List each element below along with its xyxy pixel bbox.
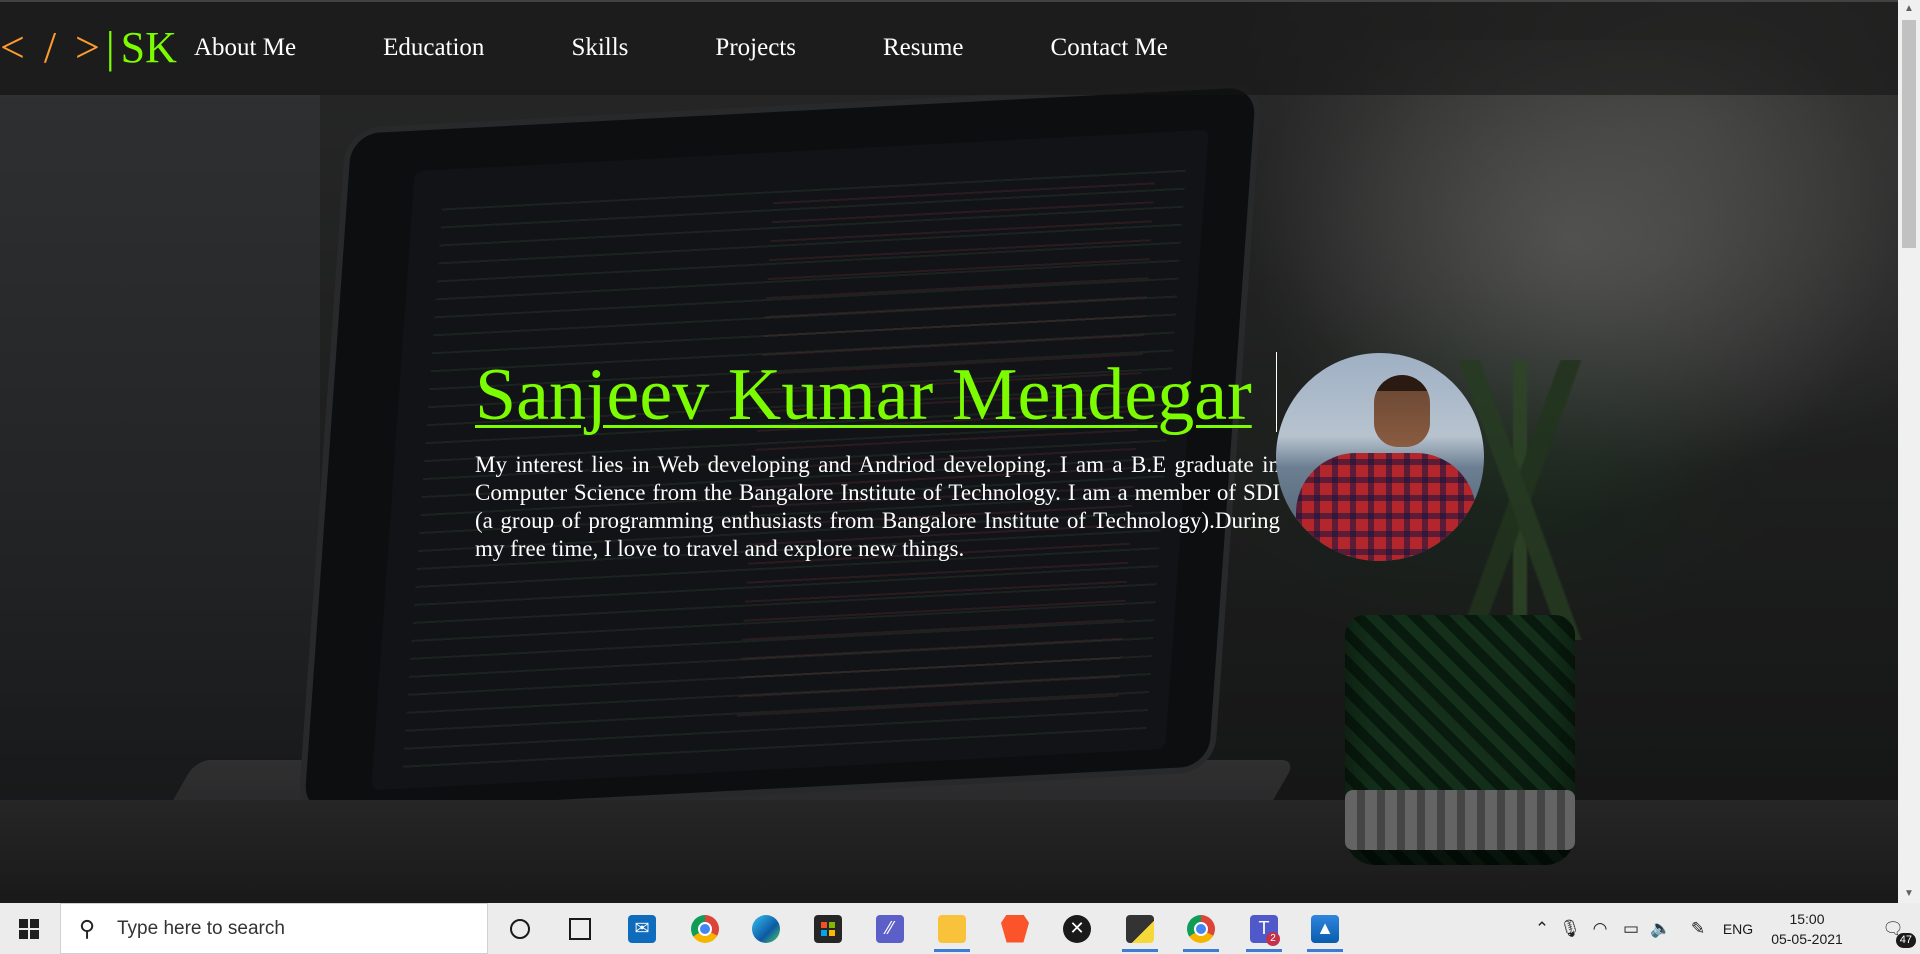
edge-icon	[752, 914, 780, 943]
action-center-button[interactable]: 🗨 47	[1866, 903, 1920, 954]
photos-icon: ▲	[1311, 914, 1339, 943]
task-view-button[interactable]	[556, 903, 604, 954]
nav-link-contact-me[interactable]: Contact Me	[1051, 30, 1168, 66]
taskbar-powerapps[interactable]: ⁄⁄	[866, 903, 914, 954]
chrome-icon	[691, 914, 719, 943]
taskbar-sticky-notes[interactable]	[1116, 903, 1164, 954]
hero-bio: My interest lies in Web developing and A…	[475, 452, 1280, 561]
cortana-button[interactable]	[496, 903, 544, 954]
battery-icon: ▭	[1622, 918, 1640, 938]
teams-notification-badge: 2	[1266, 932, 1280, 946]
taskbar-mail[interactable]: ✉	[618, 903, 666, 954]
folder-icon	[938, 914, 966, 943]
notification-count: 47	[1895, 933, 1916, 948]
nav-links: About Me Education Skills Projects Resum…	[194, 30, 1168, 66]
browser-viewport: < / >| SK About Me Education Skills Proje…	[0, 0, 1920, 903]
tray-microphone[interactable]: 🎙	[1558, 903, 1582, 954]
tray-volume[interactable]: 🔈	[1648, 903, 1674, 954]
wifi-icon: ◠	[1592, 918, 1608, 938]
clock-date: 05-05-2021	[1771, 930, 1843, 947]
taskbar-photos[interactable]: ▲	[1301, 903, 1349, 954]
profile-photo	[1276, 353, 1484, 561]
taskbar-teams[interactable]: T 2	[1240, 903, 1288, 954]
cortana-icon	[510, 918, 530, 939]
nav-link-education[interactable]: Education	[383, 30, 484, 66]
taskbar-chrome[interactable]	[681, 903, 729, 954]
taskbar-search-box[interactable]: ⚲ Type here to search	[60, 903, 488, 954]
taskbar-brave[interactable]	[991, 903, 1039, 954]
hero-name[interactable]: Sanjeev Kumar Mendegar	[475, 352, 1252, 438]
site-logo[interactable]: < / >| SK	[0, 22, 177, 74]
nav-link-projects[interactable]: Projects	[715, 30, 796, 66]
xbox-icon: ✕	[1063, 914, 1091, 943]
search-placeholder: Type here to search	[117, 917, 285, 939]
task-view-icon	[569, 917, 591, 940]
nav-link-skills[interactable]: Skills	[571, 30, 628, 66]
taskbar-xbox[interactable]: ✕	[1053, 903, 1101, 954]
store-icon	[814, 914, 842, 943]
page-scrollbar[interactable]: ▲ ▼	[1898, 0, 1920, 903]
scroll-down-arrow-icon[interactable]: ▼	[1898, 885, 1920, 903]
taskbar-store[interactable]	[804, 903, 852, 954]
nav-link-resume[interactable]: Resume	[883, 30, 964, 66]
tray-network[interactable]: ◠	[1588, 903, 1612, 954]
nav-link-about-me[interactable]: About Me	[194, 30, 296, 66]
logo-initials: SK	[120, 23, 177, 72]
speaker-icon: 🔈	[1650, 918, 1672, 938]
site-navbar: < / >| SK About Me Education Skills Proje…	[0, 0, 1898, 95]
taskbar-edge[interactable]	[742, 903, 790, 954]
brave-lion-icon	[1001, 914, 1029, 943]
profile-photo-head	[1374, 375, 1430, 447]
chrome-icon	[1187, 914, 1215, 943]
taskbar-chrome-active[interactable]	[1177, 903, 1225, 954]
language-label: ENG	[1722, 920, 1754, 937]
windows-taskbar: ⚲ Type here to search ✉ ⁄⁄ ✕ T 2 ▲ ⌃ 🎙 ◠…	[0, 903, 1920, 954]
start-button[interactable]	[0, 903, 58, 954]
microphone-icon: 🎙	[1559, 918, 1581, 938]
mail-icon: ✉	[628, 914, 656, 943]
show-hidden-icons[interactable]: ⌃	[1530, 903, 1554, 954]
scroll-thumb[interactable]	[1902, 20, 1916, 248]
tray-pen[interactable]: ✎	[1684, 903, 1712, 954]
pen-icon: ✎	[1690, 918, 1706, 938]
chevron-up-icon: ⌃	[1534, 918, 1550, 938]
sticky-notes-icon	[1126, 914, 1154, 943]
powerapps-icon: ⁄⁄	[876, 914, 904, 943]
logo-separator: |	[105, 23, 115, 72]
logo-brackets: < / >	[0, 23, 104, 72]
windows-logo-icon	[19, 918, 39, 939]
search-icon: ⚲	[79, 915, 96, 941]
text-caret	[1276, 352, 1277, 432]
clock-time: 15:00	[1789, 910, 1825, 927]
profile-photo-shirt	[1296, 453, 1476, 561]
taskbar-clock[interactable]: 15:00 05-05-2021	[1758, 903, 1856, 954]
tray-language[interactable]: ENG	[1718, 903, 1758, 954]
scroll-up-arrow-icon[interactable]: ▲	[1898, 0, 1920, 18]
tray-battery[interactable]: ▭	[1618, 903, 1644, 954]
taskbar-file-explorer[interactable]	[928, 903, 976, 954]
